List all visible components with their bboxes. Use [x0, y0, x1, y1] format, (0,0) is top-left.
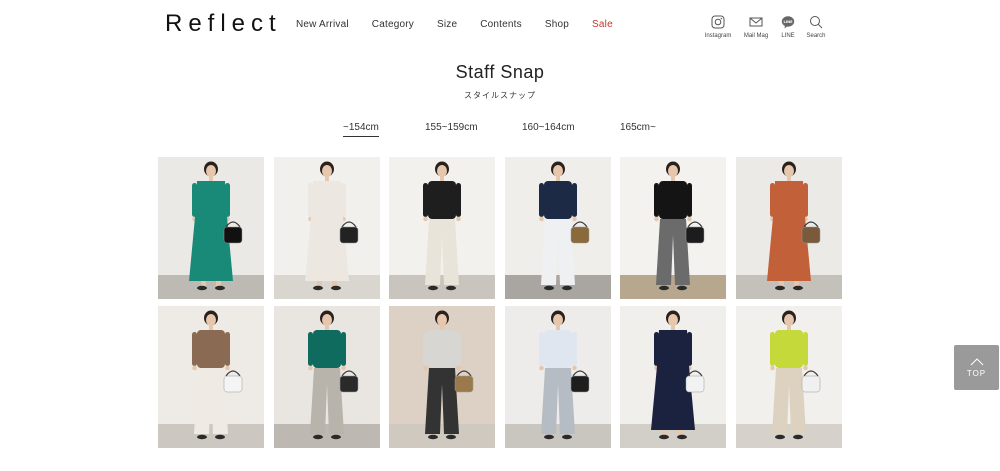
search-label: Search: [806, 33, 826, 39]
site-logo[interactable]: Reflect: [165, 10, 282, 38]
nav-contents[interactable]: Contents: [480, 19, 522, 30]
snap-photo[interactable]: [504, 306, 611, 448]
height-filter-tabs: ~154cm 155~159cm 160~164cm 165cm~: [0, 122, 1000, 142]
snap-photo[interactable]: [736, 306, 842, 448]
line-label: LINE: [781, 33, 795, 39]
snap-photo[interactable]: [620, 306, 727, 448]
snap-photo[interactable]: [389, 306, 496, 448]
tab-over-165[interactable]: 165cm~: [620, 122, 656, 136]
snap-photo[interactable]: [158, 306, 264, 448]
mail-mag-label: Mail Mag: [743, 33, 769, 39]
instagram-label: Instagram: [704, 33, 732, 39]
snap-photo[interactable]: [736, 157, 842, 299]
top-label: TOP: [966, 368, 987, 378]
snap-photo[interactable]: [158, 157, 264, 299]
instagram-icon: [711, 15, 725, 29]
instagram-link[interactable]: Instagram: [698, 15, 738, 39]
snap-photo[interactable]: [504, 157, 611, 299]
nav-sale[interactable]: Sale: [592, 19, 613, 30]
snap-photo[interactable]: [389, 157, 496, 299]
svg-text:LINE: LINE: [783, 20, 793, 24]
nav-size[interactable]: Size: [437, 19, 457, 30]
snap-photo[interactable]: [273, 306, 380, 448]
page-title: Staff Snap: [455, 62, 545, 82]
nav-category[interactable]: Category: [372, 19, 414, 30]
page-subtitle: スタイルスナップ: [464, 91, 536, 100]
site-header: Reflect New Arrival Category Size Conten…: [0, 0, 1000, 50]
nav-shop[interactable]: Shop: [545, 19, 569, 30]
search-icon: [810, 16, 823, 29]
search-link[interactable]: Search: [796, 15, 836, 39]
snap-photo[interactable]: [273, 157, 380, 299]
snap-photo[interactable]: [620, 157, 727, 299]
nav-new-arrival[interactable]: New Arrival: [296, 19, 349, 30]
tab-155-159[interactable]: 155~159cm: [425, 122, 478, 136]
line-icon: LINE: [781, 16, 795, 29]
main-nav: New Arrival Category Size Contents Shop …: [296, 19, 636, 30]
mail-icon: [749, 17, 763, 27]
tab-160-164[interactable]: 160~164cm: [522, 122, 575, 136]
chevron-up-icon: [970, 357, 983, 365]
tab-under-154[interactable]: ~154cm: [343, 122, 379, 137]
back-to-top-button[interactable]: TOP: [954, 345, 999, 390]
